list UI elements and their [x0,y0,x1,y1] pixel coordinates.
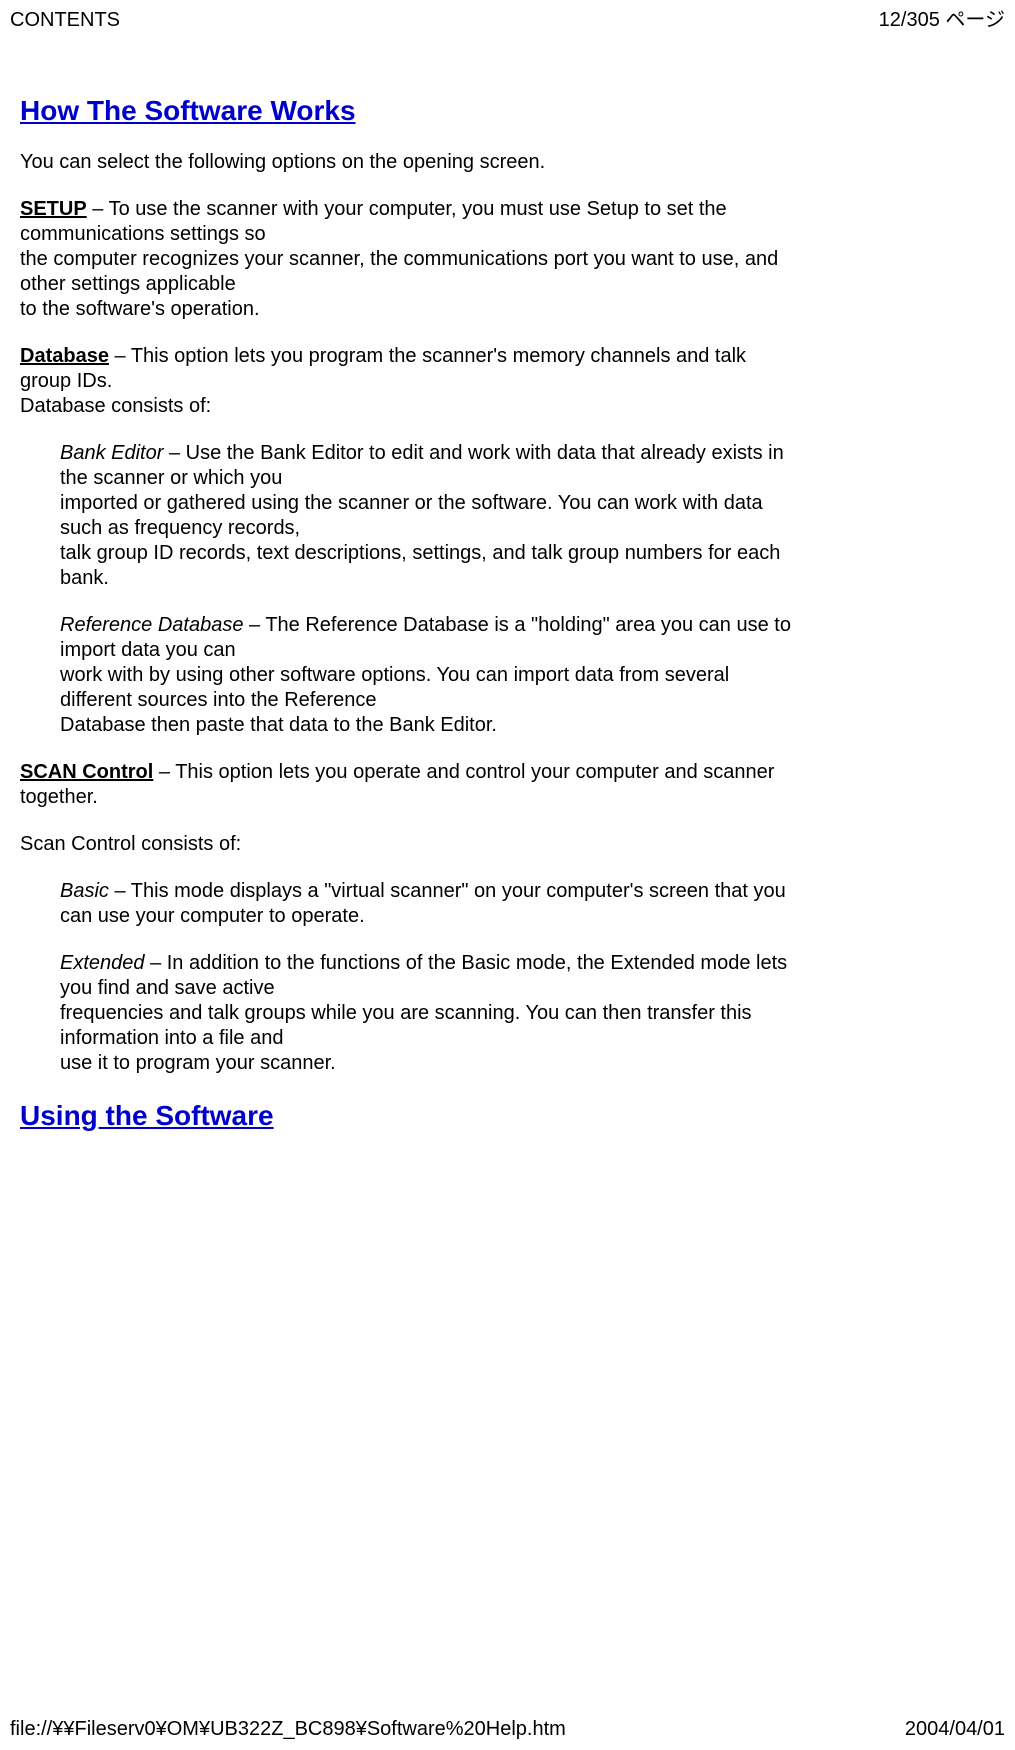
database-text-1: – This option lets you program the scann… [20,345,746,392]
page-footer: file://¥¥Fileserv0¥OM¥UB322Z_BC898¥Softw… [0,1717,1015,1742]
bank-editor-paragraph: Bank Editor – Use the Bank Editor to edi… [20,441,800,591]
extended-paragraph: Extended – In addition to the functions … [20,951,800,1076]
basic-text-1: – This mode displays a "virtual scanner"… [60,880,786,927]
scan-control-paragraph: SCAN Control – This option lets you oper… [20,760,800,810]
setup-text-1: – To use the scanner with your computer,… [20,198,727,245]
database-paragraph: Database – This option lets you program … [20,344,800,419]
basic-paragraph: Basic – This mode displays a "virtual sc… [20,879,800,929]
basic-term: Basic [60,880,109,902]
bank-editor-text-2: imported or gathered using the scanner o… [60,492,763,539]
extended-text-2: frequencies and talk groups while you ar… [60,1002,752,1049]
extended-text-3: use it to program your scanner. [60,1052,336,1074]
intro-paragraph: You can select the following options on … [20,150,800,175]
bank-editor-term: Bank Editor [60,442,163,464]
setup-paragraph: SETUP – To use the scanner with your com… [20,197,800,322]
header-title: CONTENTS [10,8,120,33]
extended-term: Extended [60,952,145,974]
reference-db-term: Reference Database [60,614,243,636]
footer-date: 2004/04/01 [905,1717,1005,1742]
reference-db-text-2: work with by using other software option… [60,664,729,711]
heading-using-software[interactable]: Using the Software [20,1098,800,1133]
bank-editor-text-3: talk group ID records, text descriptions… [60,542,780,589]
setup-text-2: the computer recognizes your scanner, th… [20,248,778,295]
reference-db-paragraph: Reference Database – The Reference Datab… [20,613,800,738]
document-content: How The Software Works You can select th… [0,33,820,1133]
scan-control-consists: Scan Control consists of: [20,832,800,857]
setup-text-3: to the software's operation. [20,298,260,320]
database-text-2: Database consists of: [20,395,211,417]
setup-term: SETUP [20,198,87,220]
footer-file-path: file://¥¥Fileserv0¥OM¥UB322Z_BC898¥Softw… [10,1717,566,1742]
database-term: Database [20,345,109,367]
bank-editor-text-1: – Use the Bank Editor to edit and work w… [60,442,784,489]
reference-db-text-3: Database then paste that data to the Ban… [60,714,497,736]
extended-text-1: – In addition to the functions of the Ba… [60,952,787,999]
page-header: CONTENTS 12/305 ページ [0,0,1015,33]
scan-control-term: SCAN Control [20,761,153,783]
header-page-count: 12/305 ページ [879,8,1005,33]
heading-how-software-works[interactable]: How The Software Works [20,93,800,128]
